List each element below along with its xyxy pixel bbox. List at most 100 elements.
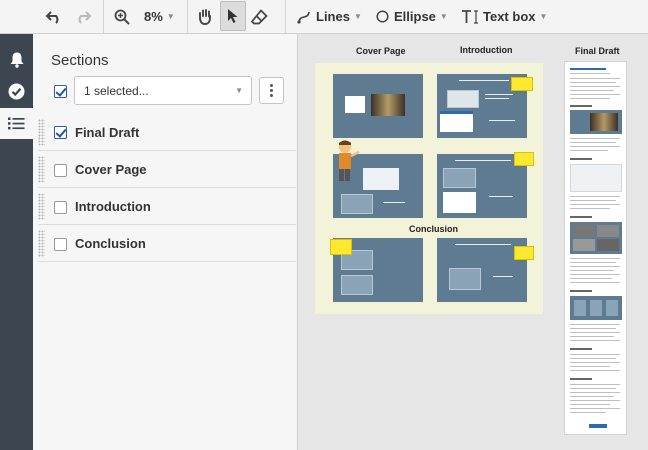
doc-line xyxy=(570,408,620,409)
sections-button[interactable] xyxy=(0,108,33,139)
storyboard-board[interactable]: Conclusion xyxy=(315,63,543,314)
doc-line xyxy=(570,332,620,333)
slide-image xyxy=(363,168,399,190)
ellipse-tool-button[interactable]: Ellipse ▼ xyxy=(376,0,448,33)
textbox-tool-button[interactable]: Text box ▼ xyxy=(461,0,547,33)
doc-line xyxy=(570,86,620,87)
doc-image xyxy=(570,164,622,192)
select-all-checkbox[interactable] xyxy=(54,85,67,98)
doc-line xyxy=(570,328,616,329)
line-curve-icon xyxy=(297,11,310,24)
canvas[interactable]: Cover Page Introduction Final Draft Conc… xyxy=(299,34,648,450)
section-row[interactable]: Conclusion xyxy=(33,225,298,262)
doc-image xyxy=(570,110,622,134)
select-tool-button[interactable] xyxy=(220,1,246,31)
drag-handle-icon[interactable] xyxy=(38,193,45,220)
doc-line xyxy=(570,200,616,201)
doc-image xyxy=(570,296,622,320)
doc-line xyxy=(570,90,614,91)
slide-text xyxy=(459,80,509,81)
drag-handle-icon[interactable] xyxy=(38,230,45,257)
section-row[interactable]: Final Draft xyxy=(33,114,298,151)
slide-image xyxy=(443,192,476,213)
slide-image xyxy=(345,96,365,113)
lines-label: Lines xyxy=(316,9,350,24)
doc-line xyxy=(570,204,620,205)
review-button[interactable] xyxy=(0,76,33,107)
doc-heading xyxy=(570,290,592,292)
toolbar-divider xyxy=(187,0,188,33)
check-circle-icon xyxy=(8,83,25,100)
ellipse-caret-icon: ▼ xyxy=(439,12,448,21)
slide-text xyxy=(489,196,513,197)
doc-line xyxy=(570,384,620,385)
toolbar-divider xyxy=(103,0,104,33)
undo-button[interactable] xyxy=(45,0,65,33)
slide-thumbnail[interactable] xyxy=(333,74,423,138)
doc-line xyxy=(570,138,620,139)
section-label: Final Draft xyxy=(75,125,140,140)
slide-text xyxy=(485,94,513,95)
character-illustration-icon xyxy=(339,140,360,181)
sticky-note[interactable] xyxy=(511,77,533,91)
slide-text xyxy=(493,276,513,277)
section-checkbox[interactable] xyxy=(54,164,67,177)
slide-text xyxy=(485,98,509,99)
section-label: Introduction xyxy=(75,199,151,214)
doc-heading xyxy=(570,158,592,160)
pan-tool-button[interactable] xyxy=(197,0,217,33)
drag-handle-icon[interactable] xyxy=(38,119,45,146)
doc-line xyxy=(570,94,620,95)
zoom-value: 8% xyxy=(144,9,163,24)
text-cursor-icon xyxy=(462,10,478,24)
redo-button[interactable] xyxy=(74,0,94,33)
sticky-note[interactable] xyxy=(330,239,352,255)
sections-panel: Sections 1 selected... ▼ Final Draft Cov… xyxy=(33,34,298,450)
zoom-in-icon xyxy=(114,9,130,25)
section-label-conclusion: Conclusion xyxy=(409,224,458,234)
zoom-caret-icon: ▼ xyxy=(166,12,175,21)
section-row[interactable]: Introduction xyxy=(33,188,298,225)
section-checkbox[interactable] xyxy=(54,126,67,139)
chevron-down-icon: ▼ xyxy=(235,86,243,95)
eraser-tool-button[interactable] xyxy=(251,0,271,33)
lines-tool-button[interactable]: Lines ▼ xyxy=(297,0,362,33)
slide-image xyxy=(341,194,373,214)
slide-image xyxy=(440,111,473,132)
section-label: Conclusion xyxy=(75,236,146,251)
doc-line xyxy=(570,362,620,363)
final-draft-document[interactable] xyxy=(564,61,627,435)
section-label: Cover Page xyxy=(75,162,147,177)
section-row[interactable]: Cover Page xyxy=(33,151,298,188)
doc-line xyxy=(570,262,616,263)
notifications-button[interactable] xyxy=(0,44,33,75)
doc-line xyxy=(570,146,620,147)
undo-icon xyxy=(45,10,59,24)
doc-line xyxy=(570,258,620,259)
textbox-caret-icon: ▼ xyxy=(539,12,548,21)
doc-line xyxy=(570,324,620,325)
doc-line xyxy=(570,270,614,271)
more-options-button[interactable] xyxy=(259,77,284,104)
doc-line xyxy=(570,336,614,337)
list-icon xyxy=(8,117,25,130)
slide-text xyxy=(489,120,515,121)
doc-line xyxy=(570,392,620,393)
left-rail xyxy=(0,34,33,450)
doc-line xyxy=(570,340,620,341)
doc-button xyxy=(589,424,607,428)
divider xyxy=(38,261,296,262)
doc-line xyxy=(570,208,610,209)
zoom-control[interactable]: 8% ▼ xyxy=(114,0,175,33)
sticky-note[interactable] xyxy=(514,152,534,166)
doc-line xyxy=(570,266,620,267)
section-filter-select[interactable]: 1 selected... ▼ xyxy=(74,76,252,105)
doc-line xyxy=(570,354,620,355)
section-checkbox[interactable] xyxy=(54,201,67,214)
column-label-final: Final Draft xyxy=(575,46,620,56)
sticky-note[interactable] xyxy=(514,246,534,260)
section-checkbox[interactable] xyxy=(54,238,67,251)
drag-handle-icon[interactable] xyxy=(38,156,45,183)
doc-line xyxy=(570,282,620,283)
bell-icon xyxy=(10,52,23,68)
